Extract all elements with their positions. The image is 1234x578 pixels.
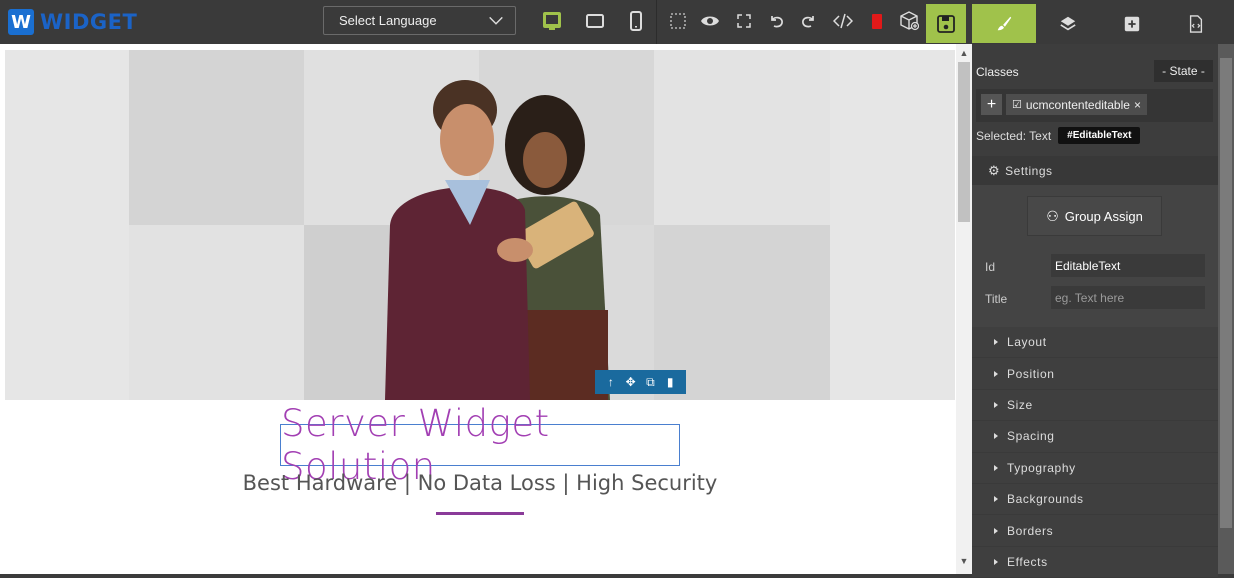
caret-right-icon — [994, 496, 998, 503]
caret-right-icon — [994, 339, 998, 346]
add-class-button[interactable]: + — [981, 94, 1002, 115]
caret-right-icon — [994, 464, 998, 471]
section-label: Size — [1007, 397, 1033, 412]
blocks-icon — [1124, 16, 1140, 31]
brand-logo: W WIDGET — [8, 9, 137, 35]
tablet-icon[interactable] — [584, 10, 606, 32]
caret-right-icon — [994, 433, 998, 440]
section-label: Position — [1007, 366, 1055, 381]
classes-section: Classes - State - + ☑ ucmcontenteditable… — [972, 44, 1218, 156]
checkbox-icon[interactable]: ☑ — [1012, 98, 1022, 111]
save-button[interactable] — [926, 4, 966, 43]
redo-icon[interactable] — [797, 10, 819, 32]
desktop-icon[interactable] — [541, 10, 563, 32]
section-label: Spacing — [1007, 429, 1055, 444]
caret-right-icon — [994, 370, 998, 377]
scroll-up-icon[interactable]: ▲ — [958, 48, 970, 60]
section-size[interactable]: Size — [972, 389, 1218, 422]
style-manager-icon — [997, 16, 1012, 30]
section-label: Effects — [1007, 554, 1048, 569]
section-label: Typography — [1007, 460, 1076, 475]
import-icon[interactable] — [898, 10, 920, 32]
code-icon[interactable] — [832, 10, 854, 32]
caret-right-icon — [994, 527, 998, 534]
selected-badge: #EditableText — [1058, 127, 1141, 144]
layer-manager-icon — [1060, 16, 1076, 30]
style-sections: Layout Position Size Spacing Typography … — [972, 327, 1218, 578]
group-assign-button[interactable]: ⚇ Group Assign — [1027, 196, 1162, 236]
tab-code-view[interactable] — [1164, 4, 1228, 43]
hero-image[interactable]: ↑ ✥ ⧉ ▮ — [5, 50, 955, 400]
top-toolbar: W WIDGET Select Language — [0, 0, 1234, 44]
group-assign-label: Group Assign — [1064, 208, 1143, 224]
title-field[interactable]: eg. Text here — [1051, 286, 1205, 309]
section-spacing[interactable]: Spacing — [972, 421, 1218, 453]
settings-label: Settings — [1005, 163, 1053, 178]
settings-header[interactable]: ⚙ Settings — [972, 156, 1218, 185]
section-effects[interactable]: Effects — [972, 546, 1218, 578]
section-position[interactable]: Position — [972, 358, 1218, 390]
canvas-scrollbar[interactable]: ▲ ▼ — [956, 44, 972, 574]
people-photo — [385, 80, 610, 400]
undo-icon[interactable] — [766, 10, 788, 32]
users-icon: ⚇ — [1046, 207, 1059, 224]
fullscreen-icon[interactable] — [733, 10, 755, 32]
tab-layer-manager[interactable] — [1036, 4, 1100, 43]
state-select[interactable]: - State - — [1154, 60, 1213, 82]
select-parent-icon[interactable]: ↑ — [604, 375, 618, 389]
caret-right-icon — [994, 558, 998, 565]
class-tag[interactable]: ☑ ucmcontenteditable × — [1006, 94, 1147, 115]
editor-canvas[interactable]: ↑ ✥ ⧉ ▮ Server Widget Solution Best Hard… — [0, 44, 956, 574]
panel-scrollbar[interactable] — [1218, 44, 1234, 574]
toolbar-divider — [656, 0, 657, 44]
section-label: Backgrounds — [1007, 492, 1084, 507]
section-backgrounds[interactable]: Backgrounds — [972, 483, 1218, 516]
selected-label: Selected: Text — [976, 128, 1052, 143]
code-view-icon — [1189, 14, 1203, 33]
element-toolbar: ↑ ✥ ⧉ ▮ — [595, 370, 686, 394]
language-select[interactable]: Select Language — [323, 6, 516, 35]
accent-divider — [436, 512, 524, 515]
section-label: Layout — [1007, 335, 1047, 350]
title-label: Title — [985, 292, 1008, 306]
caret-right-icon — [994, 401, 998, 408]
subheadline-text[interactable]: Best Hardware | No Data Loss | High Secu… — [0, 471, 956, 495]
move-icon[interactable]: ✥ — [624, 375, 638, 389]
close-icon[interactable]: × — [1134, 98, 1141, 112]
logo-text: WIDGET — [40, 10, 138, 34]
section-typography[interactable]: Typography — [972, 452, 1218, 484]
id-field[interactable]: EditableText — [1051, 254, 1205, 277]
classes-label: Classes — [976, 65, 1019, 79]
id-label: Id — [985, 260, 996, 274]
canvas-scroll-thumb[interactable] — [958, 62, 970, 222]
save-icon — [937, 14, 955, 33]
section-layout[interactable]: Layout — [972, 327, 1218, 359]
selected-info: Selected: Text #EditableText — [976, 127, 1141, 144]
section-label: Borders — [1007, 523, 1054, 538]
headline-text[interactable]: Server Widget Solution — [280, 402, 680, 488]
language-select-label: Select Language — [339, 13, 437, 28]
class-tags: + ☑ ucmcontenteditable × — [976, 89, 1213, 122]
mobile-icon[interactable] — [625, 10, 647, 32]
scroll-down-icon[interactable]: ▼ — [958, 556, 970, 568]
class-tag-label: ucmcontenteditable — [1025, 97, 1130, 112]
chevron-down-icon — [489, 16, 503, 25]
panel-scroll-thumb[interactable] — [1220, 58, 1232, 528]
outline-icon[interactable] — [667, 10, 689, 32]
gear-icon: ⚙ — [988, 162, 1001, 178]
clone-icon[interactable]: ⧉ — [643, 375, 657, 389]
style-panel: Classes - State - + ☑ ucmcontenteditable… — [972, 44, 1218, 578]
clear-icon[interactable] — [866, 10, 888, 32]
tab-blocks[interactable] — [1100, 4, 1164, 43]
preview-icon[interactable] — [699, 10, 721, 32]
section-borders[interactable]: Borders — [972, 515, 1218, 547]
logo-mark: W — [8, 9, 34, 35]
tab-style-manager[interactable] — [972, 4, 1036, 43]
delete-icon[interactable]: ▮ — [663, 375, 677, 389]
